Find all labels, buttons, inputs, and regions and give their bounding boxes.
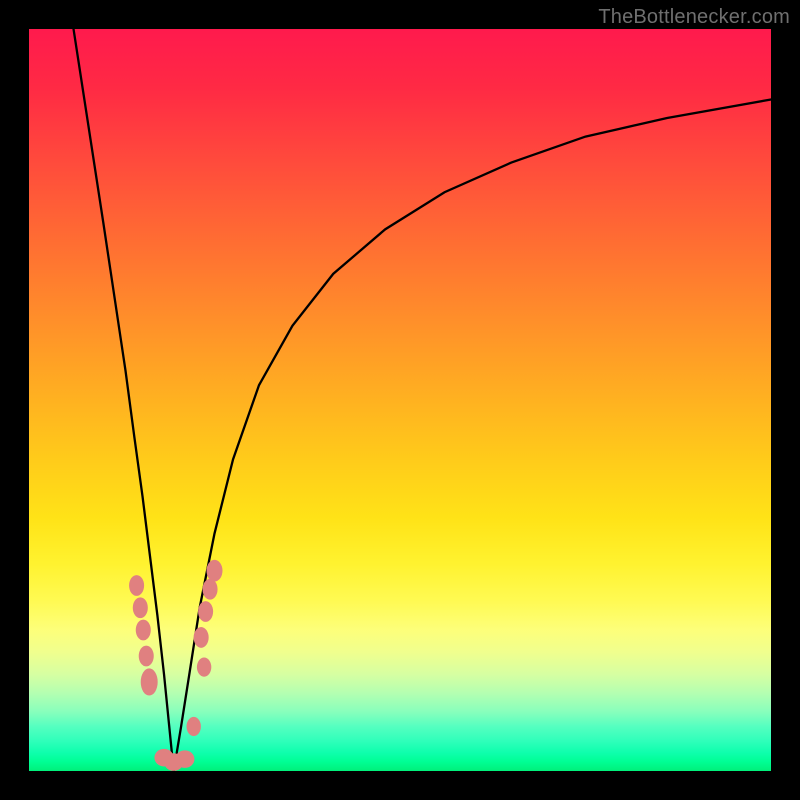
marker-layer — [129, 560, 222, 771]
data-marker — [198, 601, 213, 622]
data-marker — [129, 575, 144, 596]
data-marker — [187, 717, 201, 736]
data-marker — [175, 750, 194, 768]
data-marker — [197, 658, 211, 677]
data-marker — [203, 579, 218, 600]
data-marker — [194, 627, 209, 648]
plot-area — [29, 29, 771, 771]
bottleneck-curve-right — [174, 99, 771, 771]
chart-svg — [29, 29, 771, 771]
data-marker — [136, 620, 151, 641]
data-marker — [139, 646, 154, 667]
data-marker — [207, 560, 223, 582]
outer-frame: TheBottlenecker.com — [0, 0, 800, 800]
watermark-text: TheBottlenecker.com — [598, 6, 790, 29]
data-marker — [141, 668, 158, 695]
data-marker — [133, 597, 148, 618]
curve-layer — [74, 29, 771, 771]
bottleneck-curve-left — [74, 29, 174, 771]
